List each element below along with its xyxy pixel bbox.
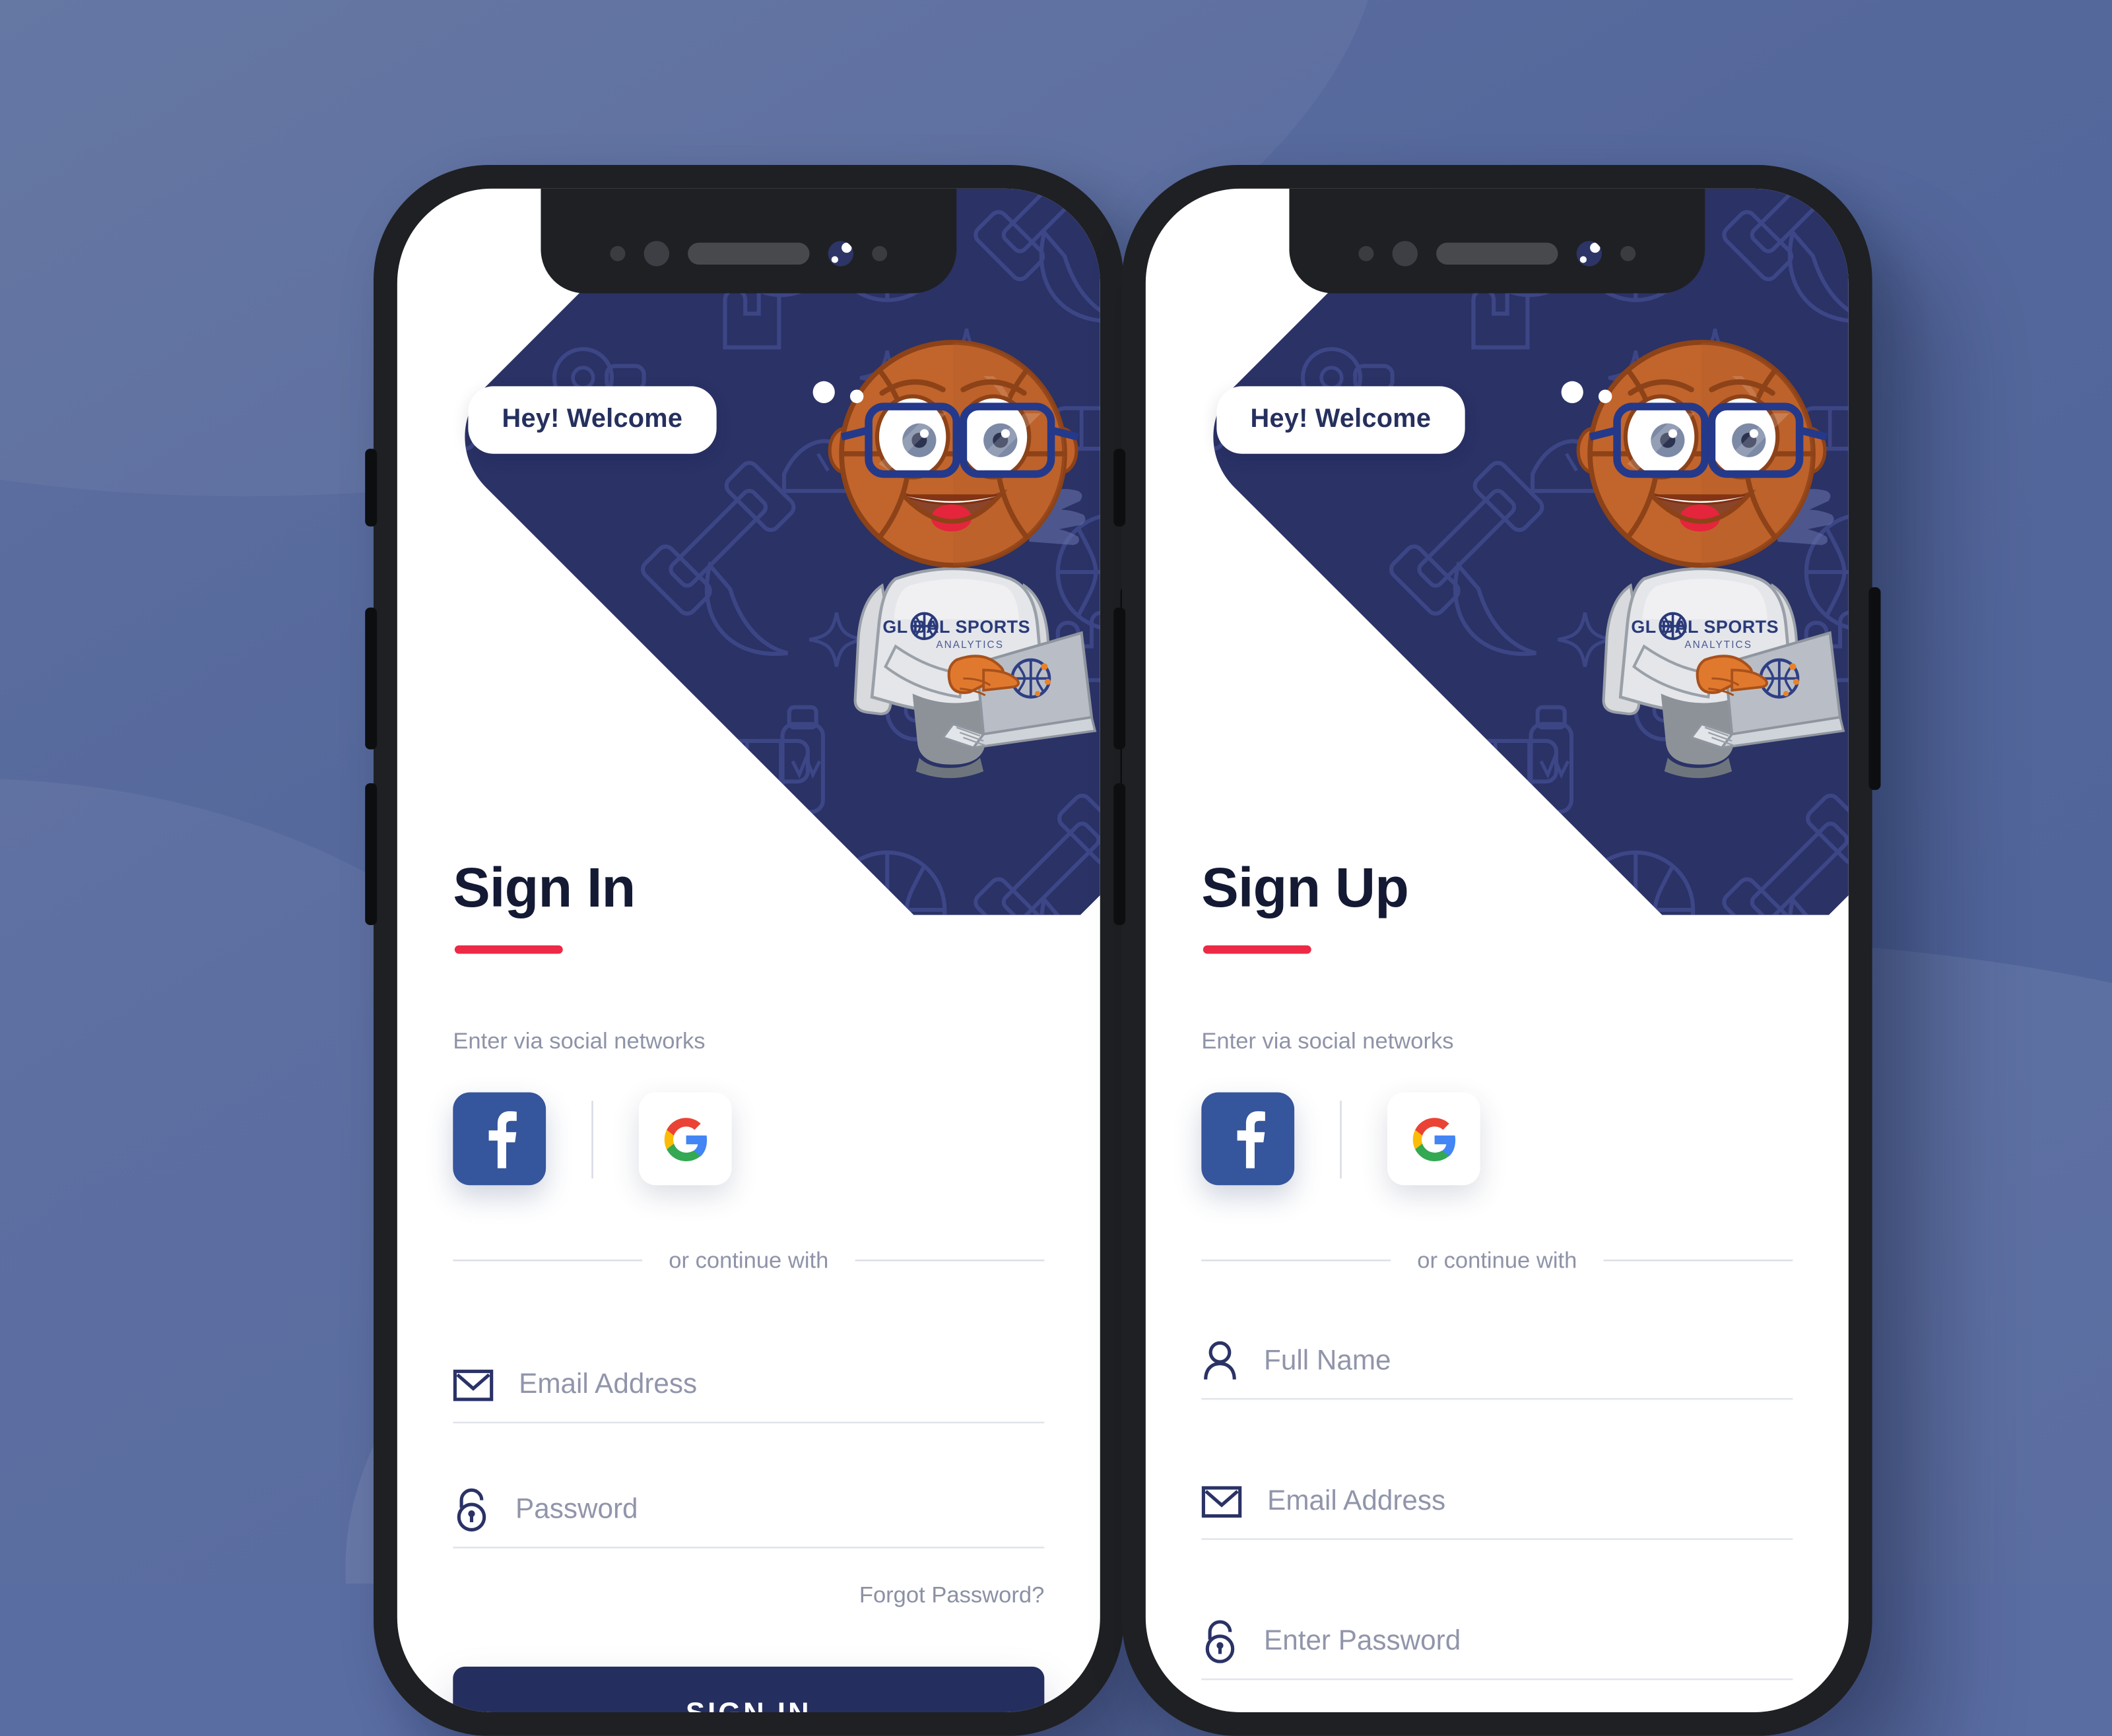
enter-password-placeholder: Enter Password xyxy=(1264,1625,1461,1656)
social-divider xyxy=(591,1099,593,1178)
field-underline xyxy=(1201,1538,1793,1540)
password-field[interactable]: Password xyxy=(453,1472,1045,1549)
screen-sign-up: Hey! Welcome GL BAL SPORTS ANALYTICS Sig… xyxy=(1145,188,1849,1712)
continue-divider: or continue with xyxy=(453,1247,1045,1273)
field-underline xyxy=(1201,1398,1793,1400)
front-camera-icon xyxy=(828,240,854,266)
field-underline xyxy=(453,1421,1045,1424)
facebook-icon xyxy=(488,1110,516,1168)
google-icon xyxy=(1412,1116,1455,1161)
phone-mockup-sign-in: Hey! Welcome GL BAL SPORTS ANALYTICS Sig… xyxy=(365,165,1133,1736)
social-section-label: Enter via social networks xyxy=(453,1028,706,1054)
divider-text: or continue with xyxy=(669,1247,829,1273)
divider-line-left xyxy=(453,1259,642,1262)
title-underline xyxy=(454,945,563,954)
social-buttons-row xyxy=(1201,1092,1480,1186)
full-name-field[interactable]: Full Name xyxy=(1201,1324,1793,1400)
field-underline xyxy=(1201,1678,1793,1681)
proximity-sensor-icon xyxy=(644,240,669,266)
facebook-icon xyxy=(1236,1110,1265,1168)
silent-switch-button[interactable] xyxy=(1113,449,1126,527)
volume-down-button[interactable] xyxy=(365,783,378,925)
field-underline xyxy=(453,1547,1045,1549)
lock-icon xyxy=(1205,1620,1235,1663)
sign-in-button[interactable]: SIGN IN xyxy=(453,1666,1045,1712)
full-name-placeholder: Full Name xyxy=(1264,1345,1391,1376)
volume-up-button[interactable] xyxy=(1113,607,1126,750)
enter-password-field[interactable]: Enter Password xyxy=(1201,1604,1793,1681)
email-placeholder: Email Address xyxy=(1267,1485,1446,1516)
facebook-login-button[interactable] xyxy=(1201,1092,1295,1186)
divider-line-left xyxy=(1201,1259,1391,1262)
page-title: Sign In xyxy=(453,856,636,918)
forgot-password-link[interactable]: Forgot Password? xyxy=(859,1582,1044,1607)
google-login-button[interactable] xyxy=(638,1092,732,1186)
screen-sign-in: Hey! Welcome GL BAL SPORTS ANALYTICS Sig… xyxy=(397,188,1100,1712)
divider-line-right xyxy=(855,1259,1045,1262)
sensor-dot-icon xyxy=(1620,245,1636,261)
email-field[interactable]: Email Address xyxy=(453,1347,1045,1424)
google-login-button[interactable] xyxy=(1387,1092,1480,1186)
phone-mockup-sign-up: Hey! Welcome GL BAL SPORTS ANALYTICS Sig… xyxy=(1113,165,1881,1736)
title-underline xyxy=(1203,945,1311,954)
divider-line-right xyxy=(1604,1259,1793,1262)
silent-switch-button[interactable] xyxy=(365,449,378,527)
proximity-sensor-icon xyxy=(1392,240,1418,266)
email-field[interactable]: Email Address xyxy=(1201,1464,1793,1540)
earpiece-speaker-icon xyxy=(688,241,810,264)
continue-divider: or continue with xyxy=(1201,1248,1793,1273)
sign-in-form: Sign In Enter via social networks or con… xyxy=(397,189,1100,1712)
phone-notch xyxy=(1289,188,1705,294)
facebook-login-button[interactable] xyxy=(453,1092,546,1186)
power-button[interactable] xyxy=(1868,587,1881,790)
volume-up-button[interactable] xyxy=(365,607,378,750)
volume-down-button[interactable] xyxy=(1113,783,1126,925)
page-title: Sign Up xyxy=(1201,856,1409,918)
sign-up-form: Sign Up Enter via social networks or con… xyxy=(1146,189,1849,1712)
password-placeholder: Password xyxy=(515,1493,638,1524)
sensor-dot-icon xyxy=(872,245,888,261)
divider-text: or continue with xyxy=(1417,1247,1577,1273)
front-camera-icon xyxy=(1576,240,1602,266)
social-divider xyxy=(1340,1099,1342,1178)
user-icon xyxy=(1204,1341,1236,1380)
lock-icon xyxy=(457,1488,486,1532)
email-placeholder: Email Address xyxy=(519,1368,698,1399)
envelope-icon xyxy=(1201,1485,1242,1517)
phone-notch xyxy=(541,188,957,294)
google-icon xyxy=(663,1116,706,1161)
sensor-dot-icon xyxy=(1358,245,1374,261)
sensor-dot-icon xyxy=(610,245,626,261)
envelope-icon xyxy=(453,1368,494,1401)
earpiece-speaker-icon xyxy=(1436,241,1558,264)
social-buttons-row xyxy=(453,1092,732,1186)
social-section-label: Enter via social networks xyxy=(1201,1028,1454,1054)
